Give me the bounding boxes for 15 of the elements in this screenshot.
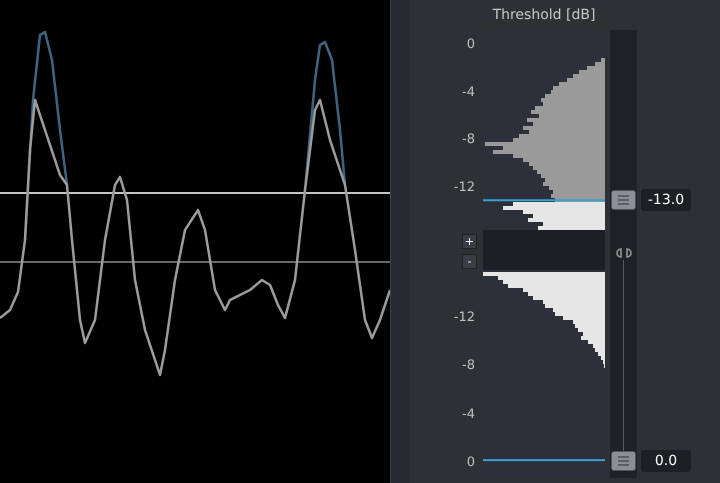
threshold-value: 0.0: [641, 450, 691, 472]
scale-label: -8: [462, 133, 475, 146]
threshold-title: Threshold [dB]: [492, 6, 596, 24]
scale-label: -4: [462, 408, 475, 421]
slider-thumb[interactable]: [611, 190, 636, 210]
scale-label: -8: [462, 359, 475, 372]
zoom-in-button[interactable]: +: [462, 234, 477, 249]
scale-label: 0: [466, 456, 475, 469]
slider-thumb[interactable]: [611, 451, 636, 471]
scale-label: -4: [462, 86, 475, 99]
scale-label: -12: [454, 311, 475, 324]
scale-label: 0: [466, 38, 475, 51]
zoom-out-button[interactable]: -: [462, 254, 477, 269]
threshold-value: -13.0: [641, 189, 691, 211]
scale-label: -12: [454, 181, 475, 194]
